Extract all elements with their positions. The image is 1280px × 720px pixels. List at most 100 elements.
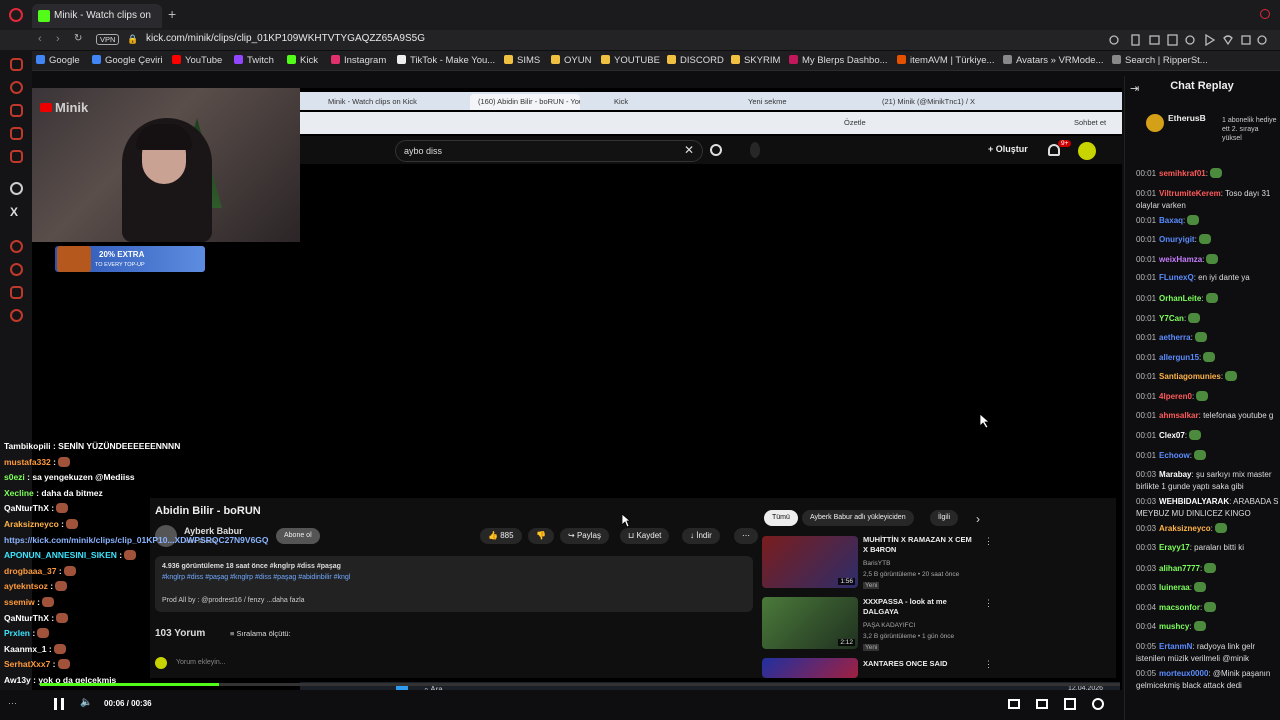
overlay-chat-user: ssemiw bbox=[4, 597, 35, 607]
chat-message: 00:01 Echoow: bbox=[1136, 449, 1280, 460]
overlay-chat-text: : daha da bitmez bbox=[33, 487, 103, 498]
volume-icon[interactable]: 🔈 bbox=[80, 697, 92, 708]
bookmark-folder[interactable]: OYUN bbox=[551, 55, 591, 66]
opera-logo-icon[interactable] bbox=[9, 8, 23, 22]
chat-username[interactable]: morteux0000 bbox=[1159, 669, 1208, 678]
chat-username[interactable]: alihan7777 bbox=[1159, 564, 1200, 573]
chat-replay-title: Chat Replay bbox=[1170, 80, 1234, 92]
sidebar-home-icon[interactable] bbox=[10, 58, 23, 71]
chat-username[interactable]: allergun15 bbox=[1159, 353, 1199, 362]
url-field[interactable]: kick.com/minik/clips/clip_01KP109WKHTVTY… bbox=[146, 33, 425, 44]
overlay-chat-user: APONUN_ANNESINI_SIKEN bbox=[4, 550, 117, 561]
chat-username[interactable]: Onuryigit bbox=[1159, 235, 1195, 244]
emote-icon bbox=[63, 565, 76, 576]
fullscreen-icon[interactable] bbox=[1064, 698, 1076, 710]
chat-message: 00:03 WEHBIDALYARAK: ARABADA S MEYBUZ MU … bbox=[1136, 496, 1280, 520]
bookmark-item[interactable]: Search | RipperSt... bbox=[1112, 55, 1208, 66]
chat-username[interactable]: ViltrumiteKerem bbox=[1159, 189, 1221, 198]
pause-icon[interactable] bbox=[54, 698, 64, 710]
chat-username[interactable]: Marabay bbox=[1159, 470, 1191, 479]
like-button: 👍 885 bbox=[480, 528, 522, 544]
sidebar-box-icon[interactable] bbox=[10, 286, 23, 299]
pip-icon[interactable] bbox=[1008, 699, 1020, 709]
bookmark-item[interactable]: YouTube bbox=[172, 55, 222, 66]
chat-username[interactable]: ErtanmN bbox=[1159, 642, 1192, 651]
sidebar-player-icon[interactable] bbox=[10, 240, 23, 253]
chat-timestamp: 00:01 bbox=[1136, 372, 1157, 382]
bookmark-item[interactable]: Twitch bbox=[234, 55, 274, 66]
back-icon[interactable]: ‹ bbox=[38, 33, 42, 45]
chat-username[interactable]: 4lperen0 bbox=[1159, 392, 1192, 401]
bookmark-item[interactable]: Instagram bbox=[331, 55, 386, 66]
search-tabs-icon[interactable] bbox=[1260, 9, 1270, 19]
sidebar-history-icon[interactable] bbox=[10, 81, 23, 94]
chat-message: 00:01 Y7Can: bbox=[1136, 312, 1280, 323]
chat-message: 00:03 alihan7777: bbox=[1136, 562, 1280, 573]
chat-username[interactable]: Santiagomunies bbox=[1159, 372, 1221, 381]
more-menu-icon[interactable]: ⋯ bbox=[8, 698, 17, 709]
sidebar-music-icon[interactable] bbox=[10, 150, 23, 163]
sidebar-clock-icon[interactable] bbox=[10, 263, 23, 276]
bookmark-item[interactable]: itemAVM | Türkiye... bbox=[897, 55, 994, 66]
emote-icon bbox=[1198, 234, 1211, 245]
bookmark-item[interactable]: Avatars » VRMode... bbox=[1003, 55, 1103, 66]
youtube-logo-icon bbox=[40, 103, 52, 112]
heart-icon bbox=[1223, 35, 1233, 46]
lock-icon: 🔒 bbox=[127, 34, 139, 44]
sidebar-discord-icon[interactable] bbox=[10, 182, 23, 195]
overlay-chat-text: : bbox=[47, 581, 54, 592]
chat-username[interactable]: aetherra bbox=[1159, 333, 1191, 342]
chat-timestamp: 00:01 bbox=[1136, 450, 1157, 460]
bookmark-folder[interactable]: DISCORD bbox=[667, 55, 724, 66]
promo-text: 20% EXTRA bbox=[99, 250, 145, 259]
rec-meta: 2,5 B görüntüleme • 20 saat önce bbox=[863, 571, 960, 578]
overlay-chat-text: : bbox=[46, 643, 52, 654]
chat-message: 00:05 ErtanmN: radyoya link gelr istenile… bbox=[1136, 641, 1280, 665]
chat-username[interactable]: macsonfor bbox=[1159, 603, 1200, 612]
theater-icon[interactable] bbox=[1036, 699, 1048, 709]
bookmark-item[interactable]: Google bbox=[36, 55, 80, 66]
sidebar-wallet-icon[interactable] bbox=[10, 104, 23, 117]
chat-username[interactable]: WEHBIDALYARAK bbox=[1159, 497, 1229, 506]
chat-username[interactable]: Araksizneyco bbox=[1159, 524, 1211, 533]
chat-username[interactable]: Echoow bbox=[1159, 451, 1190, 460]
overlay-chat-user: Prxlen bbox=[4, 628, 30, 639]
chat-username[interactable]: Baxaq bbox=[1159, 216, 1183, 225]
mouse-cursor-icon bbox=[622, 514, 631, 527]
sidebar-settings-icon[interactable] bbox=[10, 309, 23, 322]
bookmark-folder[interactable]: SIMS bbox=[504, 55, 540, 66]
chat-username[interactable]: mushcy bbox=[1159, 622, 1189, 631]
sidebar-x-icon[interactable]: X bbox=[10, 205, 18, 219]
chat-username[interactable]: ahmsalkar bbox=[1159, 411, 1199, 420]
chat-username[interactable]: FLunexQ bbox=[1159, 273, 1194, 282]
sidebar-messenger-icon[interactable] bbox=[10, 127, 23, 140]
bookmark-item[interactable]: Google Çeviri bbox=[92, 55, 163, 66]
browser-tab-active[interactable]: Minik - Watch clips on bbox=[32, 4, 162, 28]
avatar bbox=[1078, 142, 1096, 160]
chat-message: 00:04 mushcy: bbox=[1136, 621, 1280, 632]
emote-icon bbox=[1194, 332, 1207, 343]
emote-icon bbox=[56, 612, 69, 623]
chat-username[interactable]: Erayy17 bbox=[1159, 543, 1190, 552]
rec-title: XANTARES ONCE SAID bbox=[863, 659, 948, 668]
bookmark-item[interactable]: Kick bbox=[287, 55, 318, 66]
bookmark-item[interactable]: My Blerps Dashbo... bbox=[789, 55, 888, 66]
tab-title: Minik - Watch clips on bbox=[54, 10, 151, 21]
new-tab-button[interactable]: + bbox=[168, 6, 176, 22]
chat-username[interactable]: semihkraf01 bbox=[1159, 169, 1206, 178]
chat-username[interactable]: weixHamza bbox=[1159, 255, 1202, 264]
bookmark-item[interactable]: TikTok - Make You... bbox=[397, 55, 495, 66]
chat-timestamp: 00:03 bbox=[1136, 543, 1157, 552]
chat-username[interactable]: Clex07 bbox=[1159, 431, 1185, 440]
chat-username[interactable]: OrhanLeite bbox=[1159, 294, 1201, 303]
chat-username[interactable]: luineraa bbox=[1159, 583, 1190, 592]
bookmark-folder[interactable]: YOUTUBE bbox=[601, 55, 660, 66]
bookmark-folder[interactable]: SKYRIM bbox=[731, 55, 780, 66]
reload-icon[interactable]: ↻ bbox=[74, 33, 82, 44]
chat-text: : bbox=[1183, 313, 1187, 323]
forward-icon[interactable]: › bbox=[56, 33, 60, 45]
settings-icon[interactable] bbox=[1092, 698, 1104, 710]
chat-text: : bbox=[1191, 392, 1195, 401]
chat-username[interactable]: Y7Can bbox=[1159, 314, 1184, 323]
vpn-badge[interactable]: VPN bbox=[96, 34, 120, 45]
